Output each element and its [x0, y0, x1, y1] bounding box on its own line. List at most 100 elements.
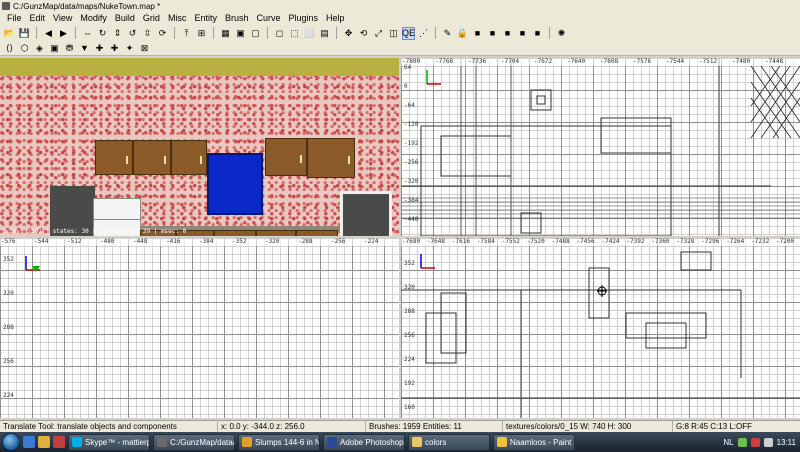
csg-subtract-icon[interactable]: ▦ [219, 27, 232, 40]
right-doorway [340, 191, 392, 236]
rotate-y-icon[interactable]: ↺ [126, 27, 139, 40]
xz-front-viewport[interactable]: -576 -544 -512 -480 -448 -416 -384 -352 -320 -288… [0, 238, 399, 418]
ie-icon[interactable] [23, 436, 35, 448]
color-icon[interactable]: ■ [516, 27, 529, 40]
cap-icon[interactable]: ⬡ [18, 42, 31, 55]
color-icon[interactable]: ■ [486, 27, 499, 40]
ruler-tick-label: -7544 [666, 58, 685, 65]
ruler-tick-label: -384 [404, 197, 419, 204]
color-icon[interactable]: ■ [471, 27, 484, 40]
color-icon[interactable]: ■ [501, 27, 514, 40]
hollow-icon[interactable]: ▢ [249, 27, 262, 40]
toolbar-separator [336, 27, 337, 39]
delete-icon[interactable]: ⊠ [138, 42, 151, 55]
redisperse-row-icon[interactable]: ✚ [93, 42, 106, 55]
menu-modify[interactable]: Modify [76, 12, 111, 25]
texture-lock-icon[interactable]: ▤ [318, 27, 331, 40]
cursor-coords: x: 0.0 y: -344.0 z: 256.0 [218, 420, 366, 433]
flip-x-icon[interactable]: ⇔ [81, 27, 94, 40]
flip-y-icon[interactable]: ⇕ [111, 27, 124, 40]
language-indicator[interactable]: NL [723, 438, 733, 447]
upper-cabinet [171, 140, 207, 175]
start-button[interactable] [2, 433, 20, 451]
patch-icon[interactable]: ⟨⟩ [3, 42, 16, 55]
save-icon[interactable]: 💾 [18, 27, 31, 40]
ruler-tick-label: -512 [67, 238, 82, 245]
vertex-edit-icon[interactable]: ⋰ [417, 27, 430, 40]
taskbar-button-label: Skype™ - mattierp15 [85, 437, 149, 447]
redo-icon[interactable]: ▶ [57, 27, 70, 40]
app-icon [157, 437, 167, 447]
menu-build[interactable]: Build [111, 12, 139, 25]
color-icon[interactable]: ■ [531, 27, 544, 40]
blue-window [207, 153, 263, 215]
menu-help[interactable]: Help [322, 12, 349, 25]
media-player-icon[interactable] [53, 436, 65, 448]
ruler-tick-label: -7512 [699, 58, 718, 65]
paint-brush-icon[interactable]: ✎ [441, 27, 454, 40]
ruler-tick-label: -256 [331, 238, 346, 245]
lock-icon[interactable]: 🔒 [456, 27, 469, 40]
open-icon[interactable]: 📂 [3, 27, 16, 40]
cylinder-icon[interactable]: ⛃ [63, 42, 76, 55]
ruler-tick-label: -7768 [435, 58, 454, 65]
cone-icon[interactable]: ▼ [78, 42, 91, 55]
redisperse-col-icon[interactable]: ✚ [108, 42, 121, 55]
translate-tool-icon[interactable]: ✥ [342, 27, 355, 40]
ruler-tick-label: -7648 [426, 238, 445, 245]
taskbar-button[interactable]: Skype™ - mattierp15 [68, 433, 150, 451]
make-detail-icon[interactable]: ⬚ [288, 27, 301, 40]
menu-grid[interactable]: Grid [139, 12, 164, 25]
explorer-icon[interactable] [38, 436, 50, 448]
menu-plugins[interactable]: Plugins [284, 12, 322, 25]
rotate-z-icon[interactable]: ⟳ [156, 27, 169, 40]
make-structural-icon[interactable]: ⬜ [303, 27, 316, 40]
select-touching-icon[interactable]: ⊞ [195, 27, 208, 40]
qe-tool-icon[interactable]: QE [402, 26, 415, 40]
menu-view[interactable]: View [49, 12, 76, 25]
yz-side-viewport[interactable]: -7680 -7648 -7616 -7584 -7552 -7520 -7488 -7456… [401, 238, 800, 418]
camera-viewport[interactable]: prims: 2592 | states: 30 | transforms: 3… [0, 58, 399, 236]
volume-icon[interactable] [763, 437, 773, 447]
menu-misc[interactable]: Misc [164, 12, 191, 25]
clipper-icon[interactable]: ◻ [273, 27, 286, 40]
taskbar-button[interactable]: Slumps 144-6 in Nu... [238, 433, 320, 451]
menu-edit[interactable]: Edit [26, 12, 50, 25]
plugin-icon[interactable]: ✺ [555, 27, 568, 40]
app-icon [2, 2, 10, 10]
taskbar-button[interactable]: colors [408, 433, 490, 451]
status-bar: Translate Tool: translate objects and co… [0, 420, 800, 433]
network-icon[interactable] [737, 437, 747, 447]
ruler-tick-label: 352 [3, 256, 14, 263]
select-complete-tall-icon[interactable]: ⤒ [180, 27, 193, 40]
horizontal-splitter[interactable] [0, 236, 800, 238]
undo-icon[interactable]: ◀ [42, 27, 55, 40]
ruler-tick-label: -7264 [726, 238, 745, 245]
rotate-x-icon[interactable]: ↻ [96, 27, 109, 40]
insert-icon[interactable]: ✦ [123, 42, 136, 55]
csg-merge-icon[interactable]: ▣ [234, 27, 247, 40]
menu-file[interactable]: File [3, 12, 26, 25]
taskbar-button[interactable]: C:/GunzMap/data/... [153, 433, 235, 451]
taskbar-button[interactable]: Naamloos - Paint [493, 433, 575, 451]
ruler-tick-label: -480 [100, 238, 115, 245]
clock[interactable]: 13:11 [777, 438, 796, 447]
rotate-tool-icon[interactable]: ⟲ [357, 27, 370, 40]
security-icon[interactable] [750, 437, 760, 447]
ruler-tick-label: -7520 [526, 238, 545, 245]
menu-entity[interactable]: Entity [190, 12, 221, 25]
flip-z-icon[interactable]: ⇳ [141, 27, 154, 40]
vertical-splitter[interactable] [399, 58, 401, 418]
ruler-tick-label: 288 [404, 308, 415, 315]
bevel-icon[interactable]: ◈ [33, 42, 46, 55]
xy-top-viewport[interactable]: -7800 -7768 -7736 -7704 -7672 -7640 -7608 -7576… [401, 58, 800, 236]
ruler-tick-label: -384 [199, 238, 214, 245]
drag-tool-icon[interactable]: ◫ [387, 27, 400, 40]
ruler-tick-label: -320 [265, 238, 280, 245]
menu-brush[interactable]: Brush [221, 12, 253, 25]
end-cap-icon[interactable]: ▣ [48, 42, 61, 55]
menu-curve[interactable]: Curve [252, 12, 284, 25]
system-tray: NL 13:11 [723, 437, 800, 447]
taskbar-button[interactable]: Adobe Photoshop C... [323, 433, 405, 451]
scale-tool-icon[interactable]: ⤢ [372, 27, 385, 40]
